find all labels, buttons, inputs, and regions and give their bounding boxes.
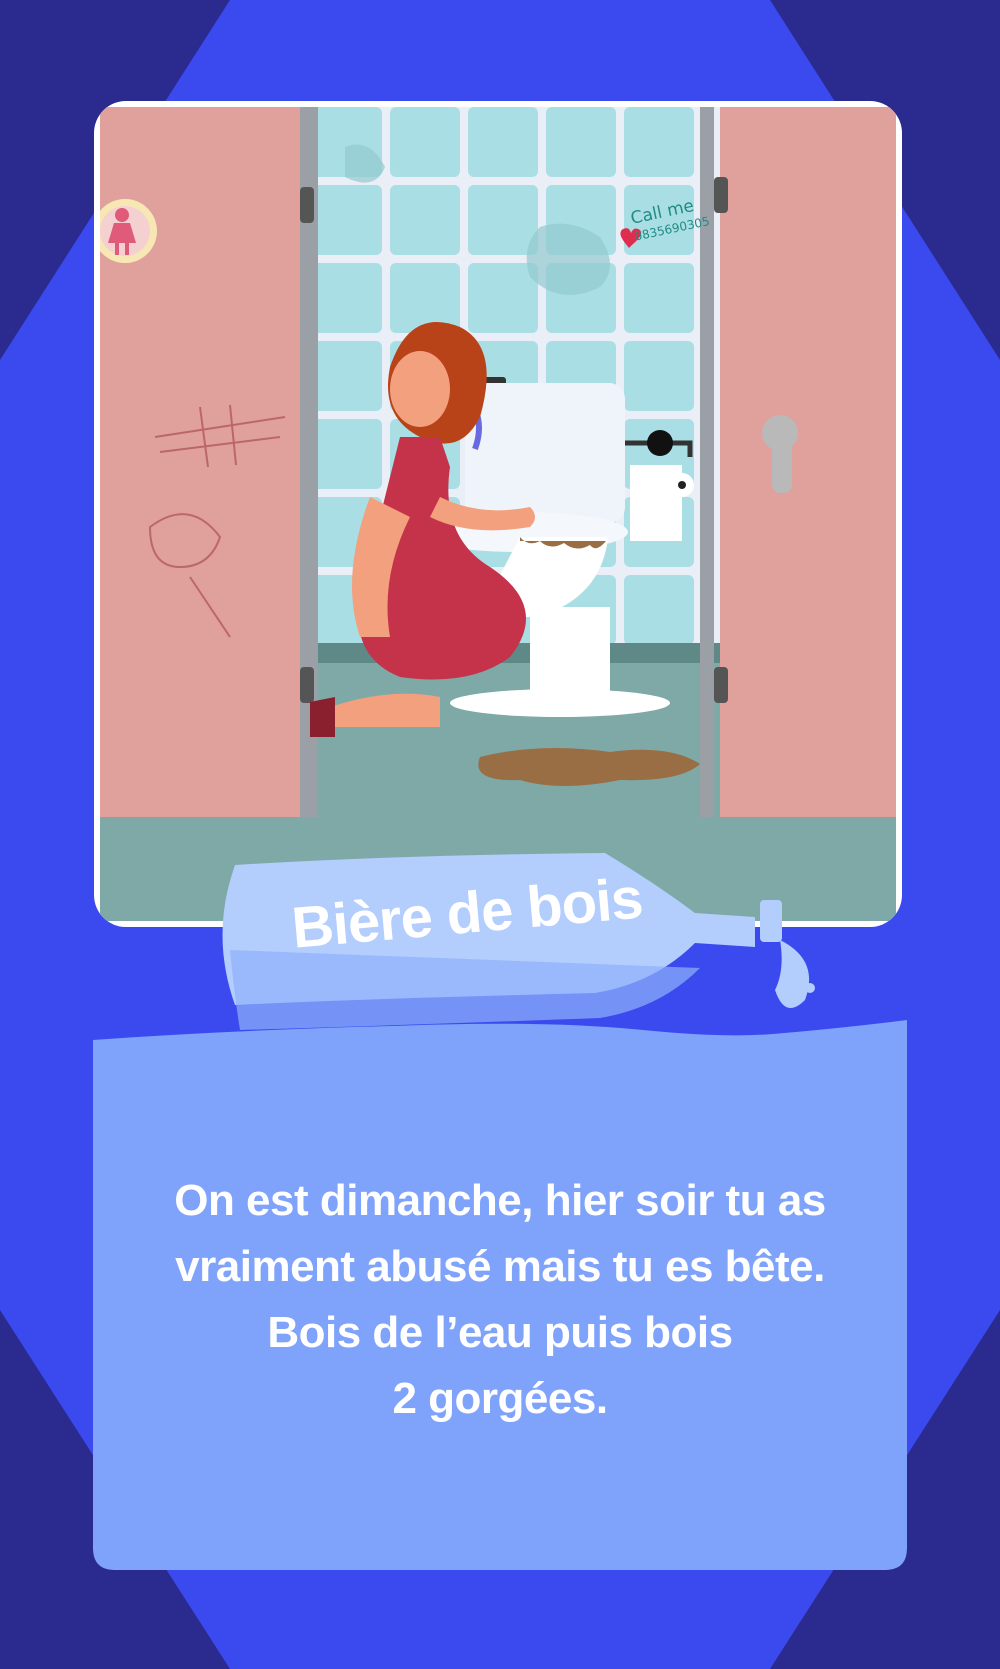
card-line-1: On est dimanche, hier soir tu as [174,1176,826,1225]
card-line-2: vraiment abusé mais tu es bête. [175,1242,825,1291]
card-message: On est dimanche, hier soir tu as vraimen… [140,1168,860,1432]
card-line-4: 2 gorgées. [392,1374,608,1423]
scene-illustration [94,101,902,927]
stall-door-right [720,107,896,817]
bathroom-scene [100,107,896,921]
card-line-3: Bois de l’eau puis bois [267,1308,733,1357]
